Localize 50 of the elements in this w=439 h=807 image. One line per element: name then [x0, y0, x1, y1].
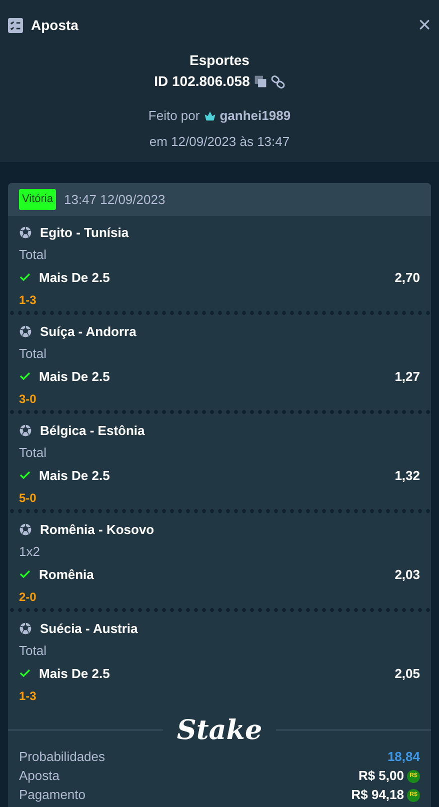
total-label: Probabilidades	[19, 748, 106, 766]
odds-value: 1,32	[394, 466, 420, 484]
soccer-ball-icon	[19, 424, 32, 437]
status-badge: Vitória	[19, 189, 56, 210]
selection-name: Mais De 2.5	[39, 268, 110, 286]
market-name: 1x2	[19, 543, 41, 561]
money-amount: R$ 5,00	[358, 767, 404, 786]
selection-name: Mais De 2.5	[39, 664, 110, 682]
soccer-ball-icon	[19, 226, 32, 239]
placed-date: em 12/09/2023 às 13:47	[148, 132, 291, 150]
final-score: 1-3	[19, 292, 38, 309]
odds-value: 2,05	[394, 664, 420, 682]
market-name: Total	[19, 246, 48, 264]
total-label: Pagamento	[19, 786, 86, 804]
bet-slip-icon	[8, 18, 23, 32]
final-score: 2-0	[19, 589, 38, 606]
soccer-ball-icon	[19, 622, 32, 635]
total-odds: 18,84	[387, 748, 420, 766]
market-name: Total	[19, 642, 48, 660]
odds-value: 2,03	[394, 566, 420, 584]
match-name: Romênia - Kosovo	[40, 520, 154, 538]
username[interactable]: ganhei1989	[220, 106, 291, 126]
final-score: 5-0	[19, 490, 38, 507]
selection-name: Mais De 2.5	[39, 368, 110, 386]
market-name: Total	[19, 345, 48, 363]
selection-name: Romênia	[39, 566, 94, 584]
odds-value: 1,27	[394, 368, 420, 386]
final-score: 1-3	[19, 688, 38, 705]
odds-value: 2,70	[394, 268, 420, 286]
crown-icon	[204, 110, 216, 122]
soccer-ball-icon	[19, 522, 32, 536]
selection-name: Mais De 2.5	[39, 466, 110, 484]
soccer-ball-icon	[19, 324, 32, 338]
money-amount: R$ 94,18	[351, 786, 404, 804]
final-score: 3-0	[19, 391, 38, 408]
match-name: Bélgica - Estônia	[40, 422, 145, 440]
match-name: Suíça - Andorra	[40, 322, 136, 341]
category-title: Esportes	[188, 51, 250, 70]
panel-title: Aposta	[31, 16, 78, 35]
bet-timestamp: 13:47 12/09/2023	[64, 190, 166, 208]
placed-by-label: Feito por	[148, 107, 200, 125]
market-name: Total	[19, 444, 48, 462]
match-name: Suécia - Austria	[40, 620, 138, 638]
copy-icon	[254, 75, 267, 88]
close-button[interactable]: ×	[418, 14, 431, 36]
link-icon	[270, 74, 285, 88]
total-label: Aposta	[19, 767, 60, 786]
match-name: Egito - Tunísia	[40, 224, 129, 242]
bet-id: ID 102.806.058	[154, 72, 250, 91]
brand-logo: Stake	[176, 716, 262, 744]
